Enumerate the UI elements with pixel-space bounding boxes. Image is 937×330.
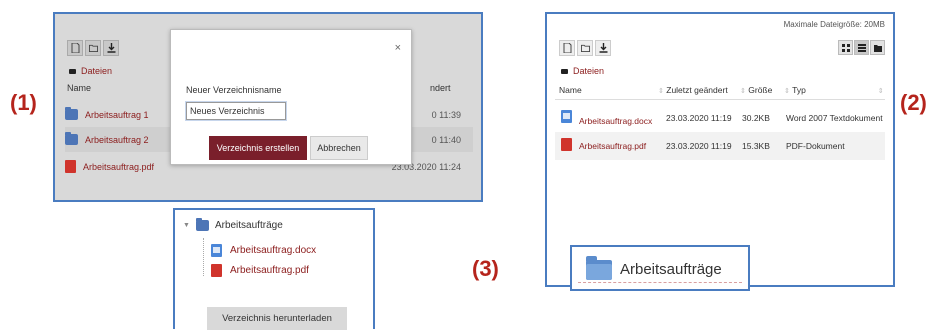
file-size: 15.3KB xyxy=(742,141,770,151)
close-icon[interactable]: × xyxy=(395,42,401,54)
file-modified: 23.03.2020 11:19 xyxy=(666,141,732,151)
download-folder-button[interactable]: Verzeichnis herunterladen xyxy=(207,307,347,330)
download-icon xyxy=(599,43,607,53)
file-name[interactable]: Arbeitsauftrag 2 xyxy=(85,135,149,145)
folder-icon xyxy=(69,68,76,74)
pdf-icon xyxy=(65,160,76,173)
file-name[interactable]: Arbeitsauftrag.pdf xyxy=(579,141,646,151)
view-switcher xyxy=(838,40,885,55)
file-type: PDF-Dokument xyxy=(786,141,845,151)
cancel-button[interactable]: Abbrechen xyxy=(310,136,368,160)
folder-name-input[interactable] xyxy=(185,101,287,121)
caret-down-icon[interactable]: ▼ xyxy=(183,222,190,229)
folder-tree-panel: ▼ Arbeitsaufträge Arbeitsauftrag.docx Ar… xyxy=(173,208,375,330)
pdf-icon xyxy=(211,264,222,277)
label-1: (1) xyxy=(10,90,37,115)
toolbar xyxy=(67,40,119,56)
max-file-size: Maximale Dateigröße: 20MB xyxy=(783,20,885,29)
tree-line xyxy=(203,238,204,276)
grid-icon xyxy=(841,43,850,52)
file-date: 0 11:40 xyxy=(431,134,461,145)
file-date: 0 11:39 xyxy=(431,109,461,120)
file-icon xyxy=(71,43,79,53)
folder-icon xyxy=(561,68,568,74)
breadcrumb-label: Dateien xyxy=(81,66,113,76)
folder-link[interactable]: Arbeitsaufträge xyxy=(620,261,722,278)
tree-folder[interactable]: ▼ Arbeitsaufträge xyxy=(183,218,283,231)
breadcrumb-label: Dateien xyxy=(573,66,605,76)
new-folder-button[interactable] xyxy=(577,40,593,56)
folder-icon xyxy=(873,44,882,52)
new-file-button[interactable] xyxy=(67,40,83,56)
column-type[interactable]: ⇕ Typ ⇕ xyxy=(781,85,884,95)
folder-icon xyxy=(586,256,612,280)
column-name[interactable]: Name xyxy=(67,83,91,93)
folder-name: Arbeitsaufträge xyxy=(214,220,283,231)
folder-icon xyxy=(65,132,78,145)
sort-icon: ⇕ xyxy=(784,88,790,95)
file-size: 30.2KB xyxy=(742,113,770,123)
label-3: (3) xyxy=(472,256,499,281)
column-label: Größe xyxy=(748,85,773,95)
tree-view-button[interactable] xyxy=(870,40,885,55)
new-file-button[interactable] xyxy=(559,40,575,56)
column-label: Typ xyxy=(792,85,806,95)
breadcrumb[interactable]: Dateien xyxy=(69,66,112,76)
folder-link-panel: Arbeitsaufträge xyxy=(570,245,750,291)
column-label: Zuletzt geändert xyxy=(666,85,728,95)
file-name[interactable]: Arbeitsauftrag.pdf xyxy=(83,162,154,172)
create-folder-button[interactable]: Verzeichnis erstellen xyxy=(209,136,307,160)
new-folder-button[interactable] xyxy=(85,40,101,56)
file-name[interactable]: Arbeitsauftrag 1 xyxy=(85,110,149,120)
sort-icon: ⇕ xyxy=(740,88,746,95)
docx-icon xyxy=(561,110,572,123)
underline-decoration xyxy=(578,282,742,283)
file-name[interactable]: Arbeitsauftrag.docx xyxy=(230,245,316,256)
download-button[interactable] xyxy=(103,40,119,56)
file-modified: 23.03.2020 11:19 xyxy=(666,113,732,123)
table-row[interactable]: Arbeitsauftrag.docx 23.03.2020 11:19 30.… xyxy=(555,104,885,132)
list-view-button[interactable] xyxy=(854,40,869,55)
column-name[interactable]: Name xyxy=(559,85,582,95)
breadcrumb[interactable]: Dateien xyxy=(561,66,604,76)
toolbar xyxy=(559,40,611,56)
column-modified[interactable]: ⇕ Zuletzt geändert xyxy=(655,85,728,95)
column-size[interactable]: ⇕ Größe xyxy=(737,85,772,95)
table-header: Name ⇕ Zuletzt geändert ⇕ Größe ⇕ Typ ⇕ xyxy=(555,82,885,100)
tree-item[interactable]: Arbeitsauftrag.docx xyxy=(211,244,316,257)
folder-outline-icon xyxy=(580,44,590,53)
column-label: Name xyxy=(559,85,582,95)
pdf-icon xyxy=(561,138,572,151)
file-icon xyxy=(563,43,571,53)
sort-icon: ⇕ xyxy=(658,88,664,95)
download-icon xyxy=(107,43,115,53)
file-manager-panel-1: Dateien Name ndert Arbeitsauftrag 1 0 11… xyxy=(53,12,483,202)
folder-icon xyxy=(195,218,209,231)
file-type: Word 2007 Textdokument xyxy=(786,113,883,123)
sort-icon: ⇕ xyxy=(877,88,884,95)
create-folder-dialog: × Neuer Verzeichnisname Verzeichnis erst… xyxy=(170,29,412,165)
table-row[interactable]: Arbeitsauftrag.pdf 23.03.2020 11:19 15.3… xyxy=(555,132,885,160)
docx-icon xyxy=(211,244,222,257)
label-2: (2) xyxy=(900,90,927,115)
file-name[interactable]: Arbeitsauftrag.docx xyxy=(579,116,652,126)
column-modified[interactable]: ndert xyxy=(430,83,451,93)
file-name[interactable]: Arbeitsauftrag.pdf xyxy=(230,265,309,276)
folder-icon xyxy=(65,107,78,120)
tree-item[interactable]: Arbeitsauftrag.pdf xyxy=(211,264,309,277)
download-button[interactable] xyxy=(595,40,611,56)
grid-view-button[interactable] xyxy=(838,40,853,55)
list-icon xyxy=(857,43,866,52)
folder-name-label: Neuer Verzeichnisname xyxy=(186,85,282,95)
folder-outline-icon xyxy=(88,44,98,53)
